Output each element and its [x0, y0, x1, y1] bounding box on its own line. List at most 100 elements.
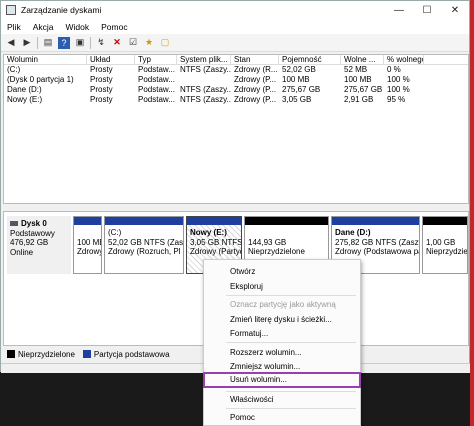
toolbar-divider — [37, 36, 38, 49]
table-cell: NTFS (Zaszy... — [180, 65, 231, 74]
menu-pomoc[interactable]: Pomoc — [101, 22, 127, 32]
table-cell: Prosty — [90, 85, 113, 94]
partition-status: Nieprzydzielone — [248, 247, 305, 256]
column-header[interactable]: Stan — [231, 55, 279, 64]
column-header[interactable]: Wolumin — [4, 55, 87, 64]
legend-label: Partycja podstawowa — [93, 349, 170, 359]
table-cell: 275,67 GB — [344, 85, 383, 94]
toolbar: ◀ ▶ ▤ ? ▣ ↯ ✕ ☑ ★ ▢ — [1, 34, 469, 52]
partition-bar — [245, 217, 328, 225]
table-row[interactable]: (C:) Prosty Podstaw... NTFS (Zaszy... Zd… — [4, 65, 468, 75]
menu-plik[interactable]: Plik — [7, 22, 21, 32]
check-icon[interactable]: ☑ — [127, 37, 139, 49]
menu-item-open[interactable]: Otwórz — [205, 265, 359, 278]
table-cell: 275,67 GB — [282, 85, 321, 94]
partition-label — [77, 228, 101, 238]
toolbar-divider — [90, 36, 91, 49]
title-bar: Zarządzanie dyskami — ☐ ✕ — [1, 1, 469, 19]
list-icon[interactable]: ▤ — [42, 37, 54, 49]
partition-size: 52,02 GB NTFS (Zaszy — [108, 237, 183, 247]
partition-label: Nowy (E:) — [190, 228, 227, 237]
legend-swatch-unallocated — [7, 350, 15, 358]
table-cell: Zdrowy (P... — [234, 95, 277, 104]
column-header[interactable]: Układ — [87, 55, 135, 64]
arrow-left-icon[interactable]: ◀ — [5, 37, 17, 49]
partition-label — [248, 228, 328, 238]
app-icon — [6, 5, 16, 15]
maximize-button[interactable]: ☐ — [413, 1, 441, 19]
table-cell: Prosty — [90, 95, 113, 104]
new-icon[interactable]: ★ — [143, 37, 155, 49]
menu-item-properties[interactable]: Właściwości — [205, 393, 359, 406]
close-button[interactable]: ✕ — [441, 1, 469, 19]
table-cell: Podstaw... — [138, 65, 175, 74]
menu-bar: Plik Akcja Widok Pomoc — [1, 19, 469, 34]
table-cell: Zdrowy (R... — [234, 65, 278, 74]
partition-label — [426, 228, 467, 238]
menu-akcja[interactable]: Akcja — [33, 22, 54, 32]
partition-size: 144,93 GB — [248, 237, 287, 247]
table-cell: Prosty — [90, 65, 113, 74]
minimize-button[interactable]: — — [385, 1, 413, 19]
table-cell: NTFS (Zaszy... — [180, 95, 231, 104]
table-row[interactable]: Dane (D:) Prosty Podstaw... NTFS (Zaszy.… — [4, 85, 468, 95]
table-cell: Zdrowy (P... — [234, 85, 277, 94]
disk-label[interactable]: Dysk 0 Podstawowy 476,92 GB Online — [7, 216, 71, 274]
table-cell: (Dysk 0 partycja 1) — [7, 75, 74, 84]
table-cell: 95 % — [387, 95, 406, 104]
partition-status: Nieprzydzie — [426, 247, 467, 256]
partition-unallocated-end[interactable]: 1,00 GB Nieprzydzie — [422, 216, 468, 274]
folder-icon[interactable]: ▢ — [159, 37, 171, 49]
table-cell: 52,02 GB — [282, 65, 316, 74]
column-header[interactable]: Pojemność — [279, 55, 341, 64]
partition-label: Dane (D:) — [335, 228, 371, 237]
table-cell: 3,05 GB — [282, 95, 312, 104]
partition-size: 275,82 GB NTFS (Zaszyfrc — [335, 237, 419, 247]
disk-status: Online — [10, 247, 34, 257]
table-row[interactable]: Nowy (E:) Prosty Podstaw... NTFS (Zaszy.… — [4, 95, 468, 105]
partition-bar — [332, 217, 419, 225]
table-cell: (C:) — [7, 65, 21, 74]
partition-system-reserved[interactable]: 100 MB Zdrowy — [73, 216, 102, 274]
partition-bar — [423, 217, 467, 225]
column-header[interactable]: Typ — [135, 55, 177, 64]
table-row[interactable]: (Dysk 0 partycja 1) Prosty Podstaw... Zd… — [4, 75, 468, 85]
partition-status: Zdrowy (Rozruch, Pl — [108, 247, 181, 256]
table-cell: 0 % — [387, 65, 401, 74]
delete-icon[interactable]: ✕ — [111, 37, 123, 49]
window-title: Zarządzanie dyskami — [21, 5, 102, 15]
column-header[interactable]: System plik... — [177, 55, 231, 64]
disk-name: Dysk 0 — [21, 219, 47, 228]
table-cell: Zdrowy (P... — [234, 75, 277, 84]
panel-icon[interactable]: ▣ — [74, 37, 86, 49]
menu-widok[interactable]: Widok — [66, 22, 90, 32]
arrow-right-icon[interactable]: ▶ — [21, 37, 33, 49]
menu-item-delete-volume[interactable]: Usuń wolumin... — [203, 372, 361, 388]
disk-size: 476,92 GB — [10, 238, 49, 247]
help-icon[interactable]: ? — [58, 36, 70, 49]
table-cell: 100 % — [387, 75, 410, 84]
table-cell: Dane (D:) — [7, 85, 42, 94]
partition-status: Zdrowy — [77, 247, 101, 256]
menu-separator — [226, 295, 356, 296]
table-cell: Podstaw... — [138, 85, 175, 94]
table-cell: Podstaw... — [138, 95, 175, 104]
menu-item-extend[interactable]: Rozszerz wolumin... — [205, 346, 359, 359]
connect-icon[interactable]: ↯ — [95, 37, 107, 49]
menu-item-explore[interactable]: Eksploruj — [205, 280, 359, 293]
menu-item-change-letter[interactable]: Zmień literę dysku i ścieżki... — [205, 313, 359, 326]
menu-item-help[interactable]: Pomoc — [205, 411, 359, 424]
background-strip — [470, 0, 474, 426]
column-header[interactable]: Wolne ... — [341, 55, 384, 64]
partition-bar — [105, 217, 183, 225]
partition-size: 3,05 GB NTFS (Zas — [190, 237, 241, 247]
menu-item-mark-active[interactable]: Oznacz partycję jako aktywną — [205, 298, 359, 311]
table-cell: 100 MB — [282, 75, 310, 84]
menu-separator — [226, 342, 356, 343]
partition-label: (C:) — [108, 228, 122, 237]
column-header[interactable]: % wolnego — [384, 55, 424, 64]
menu-item-format[interactable]: Formatuj... — [205, 327, 359, 340]
partition-size: 1,00 GB — [426, 237, 456, 247]
volume-list-header: Wolumin Układ Typ System plik... Stan Po… — [4, 55, 468, 65]
partition-c[interactable]: (C:) 52,02 GB NTFS (Zaszy Zdrowy (Rozruc… — [104, 216, 184, 274]
